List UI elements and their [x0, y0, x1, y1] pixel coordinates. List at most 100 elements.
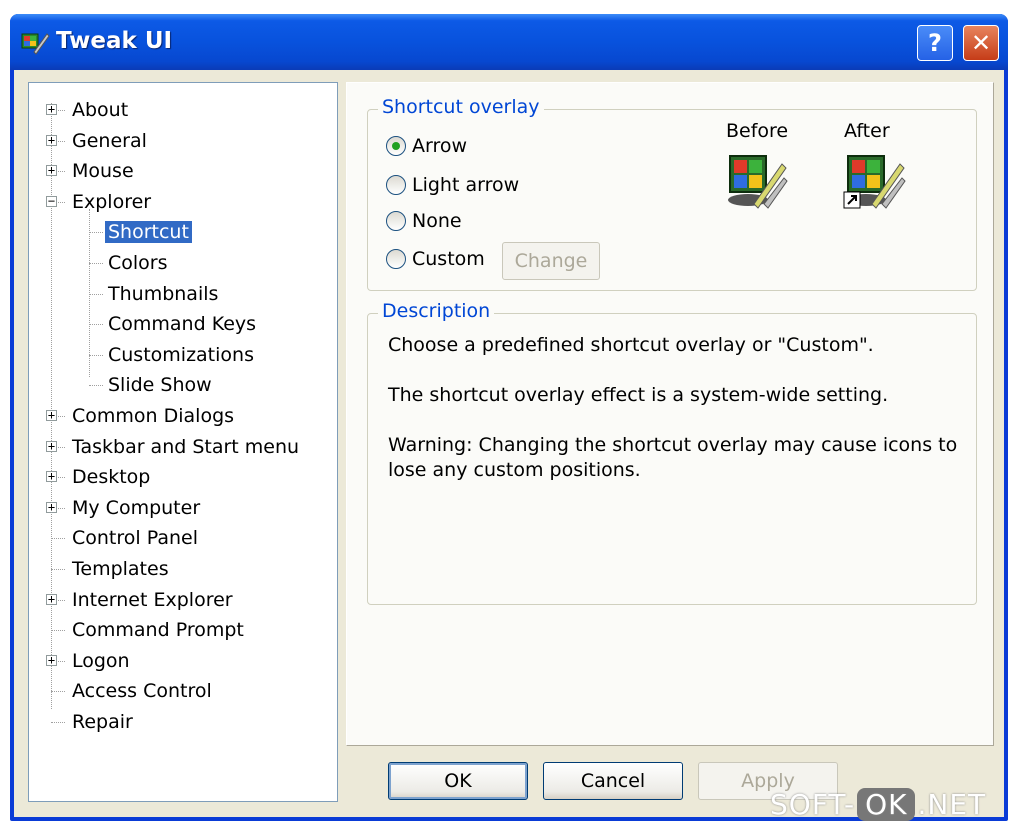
radio-none-indicator[interactable]	[386, 211, 406, 231]
tree-item-label[interactable]: Explorer	[69, 191, 154, 213]
tree-item[interactable]: Slide Show	[89, 371, 215, 399]
radio-light-arrow[interactable]: Light arrow	[386, 171, 519, 199]
category-tree[interactable]: + About + General + Mouse − Explorer Shortcut Col…	[28, 82, 338, 802]
tweak-ui-window: Tweak UI ? ✕ + About + General + Mouse − Explor…	[10, 14, 1008, 821]
description-line-2: The shortcut overlay effect is a system-…	[388, 384, 889, 406]
tree-connector	[89, 354, 103, 356]
collapse-icon[interactable]: −	[46, 195, 57, 207]
ok-button[interactable]: OK	[388, 762, 528, 800]
description-title: Description	[378, 300, 495, 322]
tree-item[interactable]: Command Prompt	[51, 616, 247, 644]
tree-item-label[interactable]: Taskbar and Start menu	[69, 436, 302, 458]
after-label: After	[844, 120, 890, 142]
radio-light-arrow-label: Light arrow	[412, 174, 520, 196]
window-title: Tweak UI	[56, 28, 173, 54]
radio-arrow-label: Arrow	[412, 135, 468, 157]
shortcut-overlay-title: Shortcut overlay	[378, 96, 544, 118]
tree-item-label[interactable]: Templates	[69, 558, 172, 580]
radio-light-arrow-indicator[interactable]	[386, 175, 406, 195]
shortcut-overlay-group: Shortcut overlay Arrow Light arrow None …	[367, 96, 977, 291]
radio-arrow[interactable]: Arrow	[386, 132, 467, 160]
watermark-prefix: SOFT-	[770, 788, 856, 821]
after-preview-icon	[843, 155, 906, 209]
tree-item[interactable]: + About	[46, 96, 131, 124]
before-label: Before	[726, 120, 789, 142]
tree-connector	[89, 293, 103, 295]
tree-connector	[51, 722, 65, 723]
radio-custom[interactable]: Custom	[386, 245, 485, 273]
settings-panel: Shortcut overlay Arrow Light arrow None …	[346, 82, 994, 746]
tree-item[interactable]: Shortcut	[89, 218, 192, 246]
tree-item-label[interactable]: Access Control	[69, 680, 215, 702]
tree-item-label[interactable]: Repair	[69, 711, 136, 733]
tree-connector	[51, 630, 65, 632]
radio-none[interactable]: None	[386, 207, 462, 235]
expand-icon[interactable]: +	[46, 593, 57, 605]
tree-item[interactable]: Colors	[89, 249, 171, 277]
tree-item-label[interactable]: Command Keys	[105, 313, 259, 335]
tree-item-label[interactable]: Colors	[105, 252, 171, 274]
tree-item[interactable]: Customizations	[89, 341, 257, 369]
tree-item[interactable]: Templates	[51, 555, 172, 583]
tree-item[interactable]: Access Control	[51, 677, 215, 705]
tree-connector	[89, 263, 103, 264]
tree-item[interactable]: Repair	[51, 708, 136, 736]
description-group: Description Choose a predefined shortcut…	[367, 300, 977, 605]
close-button[interactable]: ✕	[963, 25, 999, 61]
expand-icon[interactable]: +	[46, 470, 57, 483]
tree-item-label[interactable]: Slide Show	[105, 374, 215, 396]
tree-item-label[interactable]: Customizations	[105, 344, 257, 366]
tree-item[interactable]: − Explorer	[46, 188, 154, 216]
radio-custom-indicator[interactable]	[386, 249, 406, 269]
tree-item-label[interactable]: Command Prompt	[69, 619, 247, 641]
tree-connector	[51, 691, 65, 693]
expand-icon[interactable]: +	[46, 501, 57, 513]
tree-item[interactable]: + General	[46, 127, 150, 155]
help-button[interactable]: ?	[917, 25, 953, 61]
tree-item-label[interactable]: Thumbnails	[105, 283, 221, 305]
tree-item-label[interactable]: My Computer	[69, 497, 203, 519]
tree-connector	[51, 538, 65, 540]
tree-item[interactable]: Command Keys	[89, 310, 259, 338]
tweak-ui-app-icon	[21, 33, 50, 55]
tree-item-label[interactable]: Mouse	[69, 160, 137, 182]
description-line-4: lose any custom positions.	[388, 459, 641, 481]
watermark-suffix: .NET	[917, 788, 987, 821]
tree-item[interactable]: + Internet Explorer	[46, 586, 236, 614]
title-bar[interactable]: Tweak UI ? ✕	[10, 14, 1008, 70]
change-button[interactable]: Change	[502, 242, 600, 280]
description-line-1: Choose a predefined shortcut overlay or …	[388, 334, 874, 356]
tree-item[interactable]: + Common Dialogs	[46, 402, 237, 430]
radio-custom-label: Custom	[412, 248, 485, 270]
expand-icon[interactable]: +	[46, 654, 57, 666]
tree-connector	[89, 324, 103, 326]
expand-icon[interactable]: +	[46, 164, 57, 177]
tree-item-label[interactable]: Control Panel	[69, 527, 201, 549]
cancel-button[interactable]: Cancel	[543, 762, 683, 800]
tree-item[interactable]: + Taskbar and Start menu	[46, 433, 302, 461]
expand-icon[interactable]: +	[46, 103, 57, 115]
tree-item[interactable]: + My Computer	[46, 494, 203, 522]
tree-item[interactable]: Thumbnails	[89, 280, 221, 308]
tree-item-label[interactable]: About	[69, 99, 131, 121]
dialog-client-area: + About + General + Mouse − Explorer Shortcut Col…	[14, 70, 1004, 817]
description-line-3: Warning: Changing the shortcut overlay m…	[388, 434, 958, 456]
tree-item-label[interactable]: Shortcut	[105, 221, 192, 244]
tree-item-label[interactable]: Logon	[69, 650, 133, 672]
tree-item-label[interactable]: Desktop	[69, 466, 153, 488]
tree-item-label[interactable]: General	[69, 130, 150, 152]
radio-none-label: None	[412, 210, 462, 232]
expand-icon[interactable]: +	[46, 134, 57, 146]
before-preview-icon	[728, 155, 788, 209]
tree-item[interactable]: + Desktop	[46, 463, 153, 491]
tree-item[interactable]: + Logon	[46, 647, 133, 675]
expand-icon[interactable]: +	[46, 409, 57, 421]
tree-item-label[interactable]: Common Dialogs	[69, 405, 237, 427]
tree-item[interactable]: + Mouse	[46, 157, 137, 185]
site-watermark: SOFT- OK .NET	[770, 788, 986, 821]
tree-connector	[51, 569, 65, 570]
tree-item[interactable]: Control Panel	[51, 524, 201, 552]
expand-icon[interactable]: +	[46, 440, 57, 452]
tree-item-label[interactable]: Internet Explorer	[69, 589, 236, 611]
radio-arrow-indicator[interactable]	[386, 136, 406, 156]
